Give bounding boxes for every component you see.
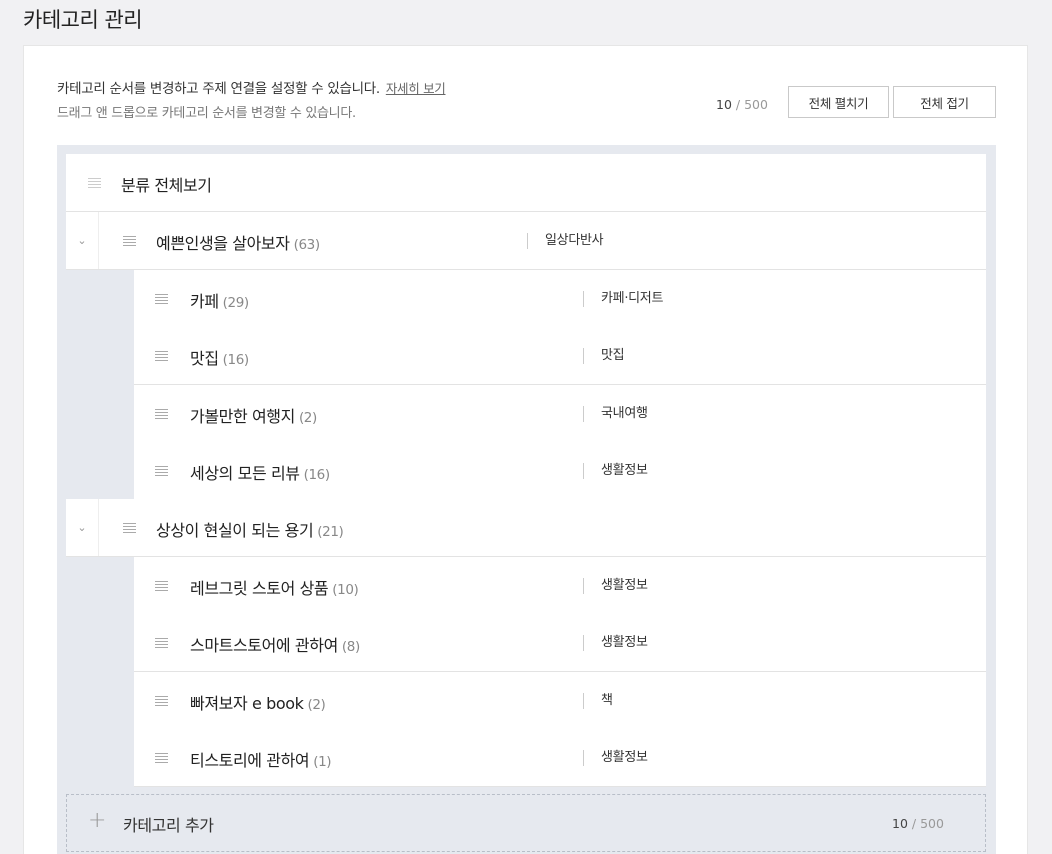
category-name: 예쁜인생을 살아보자 (63) [156, 230, 320, 254]
category-name: 스마트스토어에 관하여 (8) [190, 632, 360, 656]
category-name: 티스토리에 관하여 (1) [190, 747, 332, 771]
subcategory-row[interactable]: 레브그릿 스토어 상품 (10) 생활정보 [134, 557, 986, 615]
drag-handle-icon[interactable] [155, 409, 168, 419]
topic-select[interactable]: 생활정보 [583, 578, 648, 594]
post-count: (1) [313, 754, 332, 770]
category-name: 상상이 현실이 되는 용기 (21) [156, 517, 344, 541]
subcategory-row[interactable]: 빠져보자 e book (2) 책 [134, 672, 986, 730]
category-name-text: 상상이 현실이 되는 용기 [156, 521, 314, 540]
drag-handle-icon[interactable] [155, 351, 168, 361]
category-name-text: 세상의 모든 리뷰 [190, 464, 300, 483]
category-name: 맛집 (16) [190, 345, 249, 369]
post-count: (2) [298, 410, 317, 426]
collapse-all-button[interactable]: 전체 접기 [893, 86, 996, 118]
drag-handle-icon[interactable] [155, 638, 168, 648]
post-count: (10) [332, 582, 359, 598]
category-name-text: 맛집 [190, 349, 219, 368]
post-count: (16) [222, 352, 250, 368]
chevron-down-icon[interactable]: ⌄ [66, 212, 99, 269]
category-name-text: 예쁜인생을 살아보자 [156, 234, 290, 253]
category-counter: 10 / 500 [716, 97, 768, 112]
chevron-down-icon[interactable]: ⌄ [66, 499, 99, 556]
counter-value: 10 [716, 97, 732, 112]
counter-max: / 500 [911, 816, 944, 831]
drag-handle-icon[interactable] [155, 581, 168, 591]
counter-max: / 500 [735, 97, 768, 112]
drag-handle-icon[interactable] [123, 236, 136, 246]
category-name: 가볼만한 여행지 (2) [190, 403, 317, 427]
drag-handle-icon[interactable] [155, 696, 168, 706]
post-count: (16) [303, 467, 331, 483]
add-category-button[interactable]: + 카테고리 추가 10 / 500 [66, 794, 986, 852]
topic-select[interactable]: 생활정보 [583, 750, 648, 766]
subcategory-row[interactable]: 스마트스토어에 관하여 (8) 생활정보 [134, 614, 986, 672]
topic-select[interactable]: 생활정보 [583, 463, 648, 479]
category-counter: 10 / 500 [892, 816, 944, 831]
post-count: (2) [307, 697, 326, 713]
subcategory-row[interactable]: 맛집 (16) 맛집 [134, 327, 986, 385]
category-root-label: 분류 전체보기 [121, 176, 212, 195]
post-count: (29) [222, 295, 250, 311]
page-title: 카테고리 관리 [23, 8, 143, 32]
drag-handle-icon[interactable] [123, 523, 136, 533]
category-row[interactable]: ⌄ 예쁜인생을 살아보자 (63) 일상다반사 [66, 212, 986, 270]
category-root-row[interactable]: 분류 전체보기 [66, 154, 986, 212]
topic-select[interactable]: 일상다반사 [527, 233, 604, 249]
topic-select[interactable]: 카페·디저트 [583, 291, 663, 307]
expand-all-button[interactable]: 전체 펼치기 [788, 86, 889, 118]
drag-handle-icon[interactable] [155, 466, 168, 476]
subcategory-row[interactable]: 카페 (29) 카페·디저트 [134, 270, 986, 328]
subcategory-row[interactable]: 가볼만한 여행지 (2) 국내여행 [134, 385, 986, 443]
subcategory-row[interactable]: 세상의 모든 리뷰 (16) 생활정보 [134, 442, 986, 500]
subcategory-row[interactable]: 티스토리에 관하여 (1) 생활정보 [134, 729, 986, 787]
category-panel: 카테고리 순서를 변경하고 주제 연결을 설정할 수 있습니다. 자세히 보기 드… [23, 45, 1028, 854]
category-name: 레브그릿 스토어 상품 (10) [190, 575, 359, 599]
topic-select[interactable]: 책 [583, 693, 613, 709]
category-name-text: 가볼만한 여행지 [190, 407, 295, 426]
category-name: 세상의 모든 리뷰 (16) [190, 460, 330, 484]
post-count: (8) [341, 639, 360, 655]
description: 카테고리 순서를 변경하고 주제 연결을 설정할 수 있습니다. 자세히 보기 [57, 77, 446, 97]
topic-select[interactable]: 생활정보 [583, 635, 648, 651]
category-name-text: 티스토리에 관하여 [190, 751, 310, 770]
category-name-text: 스마트스토어에 관하여 [190, 636, 338, 655]
drag-handle-icon[interactable] [155, 294, 168, 304]
drag-handle-icon[interactable] [155, 753, 168, 763]
add-category-label: 카테고리 추가 [123, 816, 214, 835]
category-name-text: 레브그릿 스토어 상품 [190, 579, 329, 598]
category-row[interactable]: ⌄ 상상이 현실이 되는 용기 (21) [66, 499, 986, 557]
drag-hint: 드래그 앤 드롭으로 카테고리 순서를 변경할 수 있습니다. [57, 106, 356, 121]
category-tree: 분류 전체보기 ⌄ 예쁜인생을 살아보자 (63) 일상다반사 카페 (29) 카페… [57, 145, 996, 854]
drag-handle-icon[interactable] [88, 178, 101, 188]
description-text: 카테고리 순서를 변경하고 주제 연결을 설정할 수 있습니다. [57, 81, 380, 97]
category-name: 빠져보자 e book (2) [190, 690, 326, 714]
plus-icon: + [88, 808, 107, 833]
topic-select[interactable]: 맛집 [583, 348, 625, 364]
post-count: (63) [293, 237, 321, 253]
counter-value: 10 [892, 816, 908, 831]
category-name-text: 카페 [190, 292, 219, 311]
category-name: 카페 (29) [190, 288, 249, 312]
post-count: (21) [317, 524, 344, 540]
category-name-text: 빠져보자 e book [190, 694, 304, 713]
detail-link[interactable]: 자세히 보기 [386, 81, 446, 96]
topic-select[interactable]: 국내여행 [583, 406, 648, 422]
